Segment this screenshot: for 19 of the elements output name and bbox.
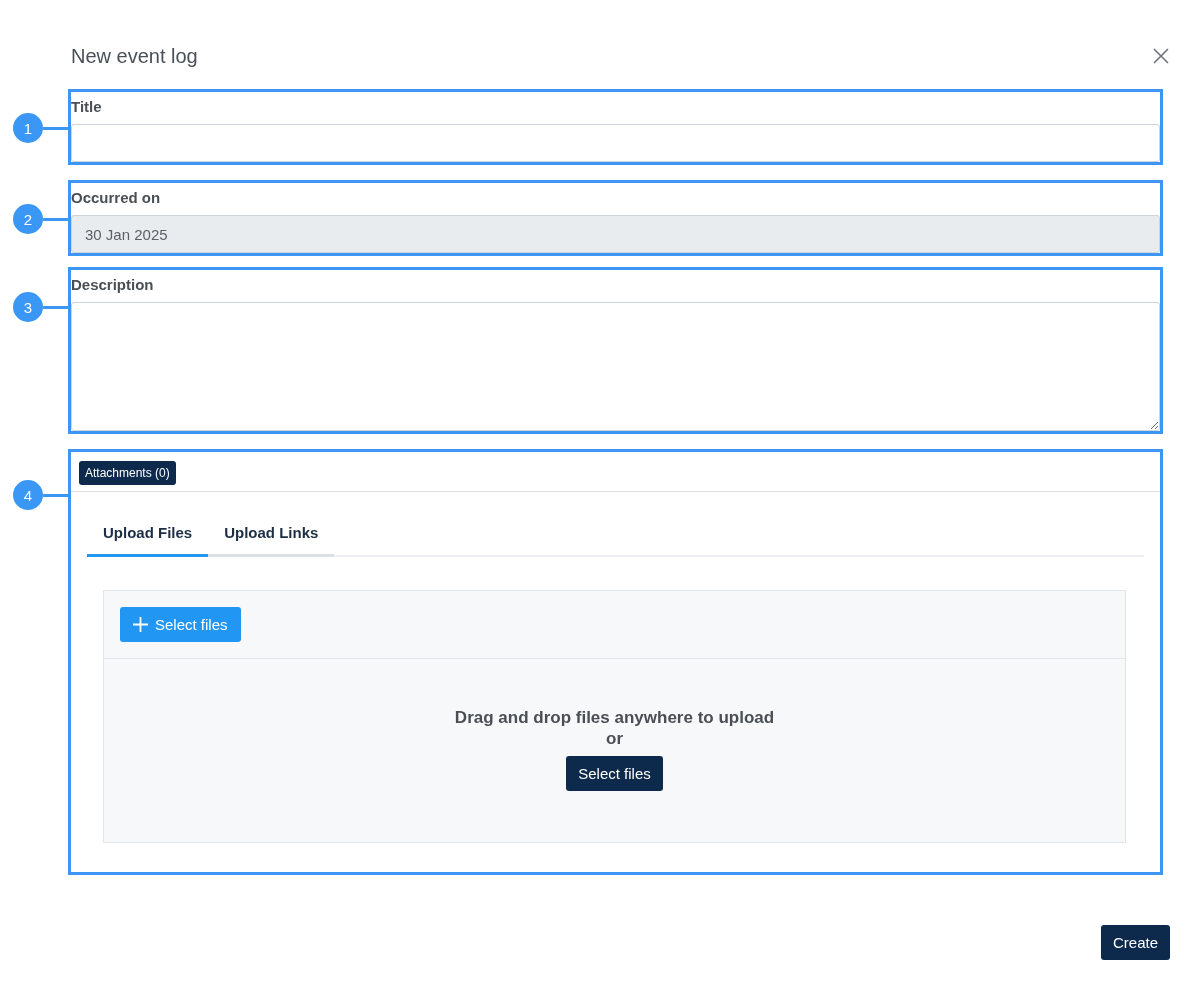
title-field[interactable] <box>71 124 1160 162</box>
close-icon[interactable] <box>1152 47 1170 65</box>
create-button[interactable]: Create <box>1100 925 1170 960</box>
callout-marker: 1 <box>13 113 43 143</box>
plus-icon <box>132 616 149 633</box>
or-text: or <box>606 728 623 749</box>
field-label: Occurred on <box>71 189 162 206</box>
drop-instructions: Drag and drop files anywhere to upload <box>454 707 775 728</box>
description-field[interactable] <box>71 302 1160 431</box>
callout-marker: 2 <box>13 204 43 234</box>
tab[interactable]: Upload Links <box>208 512 335 557</box>
select-files-button[interactable]: Select files <box>566 756 663 791</box>
field-label: Description <box>71 276 155 293</box>
attachments-badge: Attachments (0) <box>79 461 176 485</box>
dialog-title: New event log <box>71 44 198 68</box>
field-label: Title <box>71 98 103 115</box>
tab[interactable]: Upload Files <box>87 512 209 557</box>
callout-marker: 3 <box>13 292 43 322</box>
callout-marker: 4 <box>13 480 43 510</box>
